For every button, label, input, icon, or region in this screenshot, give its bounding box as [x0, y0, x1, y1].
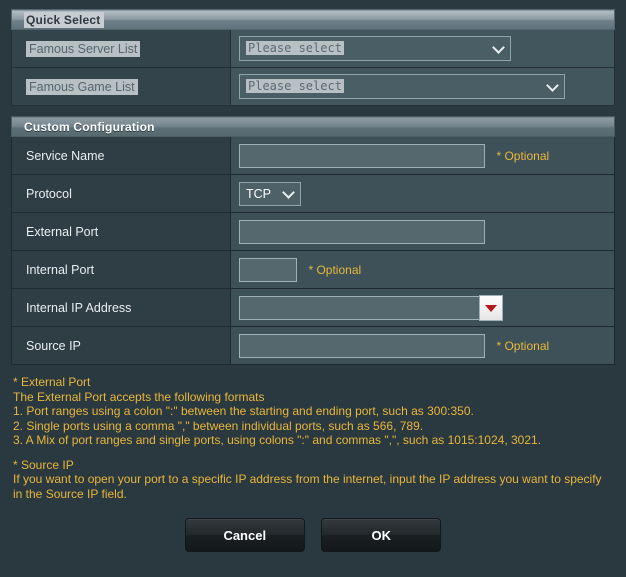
table-row: Protocol TCP [11, 174, 615, 213]
help-gap [13, 448, 613, 458]
help-source-ip-line-2: in the Source IP field. [13, 486, 127, 501]
famous-game-list-selected-value: Please select [246, 79, 344, 93]
custom-configuration-title: Custom Configuration [24, 119, 155, 134]
custom-configuration-section: Custom Configuration Service Name * Opti… [11, 116, 615, 365]
internal-port-optional-note: * Optional [308, 262, 362, 277]
help-source-ip-line-1: If you want to open your port to a speci… [13, 472, 602, 486]
external-port-value-cell [230, 212, 615, 251]
source-ip-optional-note: * Optional [496, 338, 550, 353]
famous-game-list-label-cell: Famous Game List [11, 67, 231, 106]
custom-configuration-header: Custom Configuration [11, 116, 615, 137]
service-name-label: Service Name [11, 136, 231, 175]
external-port-label: External Port [11, 212, 231, 251]
internal-ip-address-value-cell [230, 288, 615, 327]
cancel-button[interactable]: Cancel [184, 518, 305, 552]
triangle-down-icon [485, 304, 497, 312]
famous-game-list-label: Famous Game List [26, 78, 138, 95]
quick-select-header: Quick Select [11, 9, 615, 30]
internal-port-input[interactable] [239, 257, 297, 282]
help-source-ip-title: * Source IP [13, 457, 74, 472]
external-port-input[interactable] [239, 219, 485, 244]
help-external-port-rule-1: 1. Port ranges using a colon ":" between… [13, 404, 474, 418]
protocol-value-cell: TCP [230, 174, 615, 213]
quick-select-title: Quick Select [24, 11, 105, 28]
famous-server-list-select[interactable]: Please select [239, 36, 511, 61]
internal-ip-address-input[interactable] [239, 295, 502, 320]
chevron-down-icon [492, 40, 505, 54]
protocol-selected-value: TCP [246, 186, 271, 201]
custom-configuration-header-row: Custom Configuration [11, 116, 615, 137]
help-external-port-intro: The External Port accepts the following … [13, 389, 265, 404]
table-row: Internal IP Address [11, 288, 615, 327]
port-forwarding-dialog: Quick Select Famous Server List Please s… [0, 0, 626, 577]
famous-server-list-selected-value: Please select [246, 41, 344, 55]
source-ip-value-cell: * Optional [230, 326, 615, 365]
internal-ip-address-label: Internal IP Address [11, 288, 231, 327]
protocol-select[interactable]: TCP [239, 181, 301, 206]
internal-port-label: Internal Port [11, 250, 231, 289]
quick-select-header-row: Quick Select [11, 9, 615, 30]
ok-button[interactable]: OK [321, 518, 442, 552]
service-name-value-cell: * Optional [230, 136, 615, 175]
protocol-label: Protocol [11, 174, 231, 213]
source-ip-label: Source IP [11, 326, 231, 365]
table-row: External Port [11, 212, 615, 251]
chevron-down-icon [546, 78, 559, 92]
help-external-port-rule-2: 2. Single ports using a comma "," betwee… [13, 418, 424, 433]
table-row: Internal Port * Optional [11, 250, 615, 289]
quick-select-section: Quick Select Famous Server List Please s… [11, 9, 615, 106]
famous-server-list-label: Famous Server List [26, 40, 141, 57]
help-external-port-title: * External Port [13, 375, 91, 389]
dialog-button-bar: Cancel OK [11, 501, 615, 552]
service-name-input[interactable] [239, 143, 485, 168]
internal-ip-address-field-group [239, 294, 503, 321]
table-row: Famous Game List Please select [11, 67, 615, 106]
table-row: Source IP * Optional [11, 326, 615, 365]
famous-game-list-value-cell: Please select [230, 67, 615, 106]
help-text: * External Port The External Port accept… [11, 365, 615, 501]
table-row: Famous Server List Please select [11, 29, 615, 68]
internal-port-value-cell: * Optional [230, 250, 615, 289]
famous-server-list-label-cell: Famous Server List [11, 29, 231, 68]
service-name-optional-note: * Optional [496, 148, 550, 163]
table-row: Service Name * Optional [11, 136, 615, 175]
help-external-port-rule-3: 3. A Mix of port ranges and single ports… [13, 433, 542, 447]
famous-server-list-value-cell: Please select [230, 29, 615, 68]
internal-ip-address-dropdown-button[interactable] [479, 294, 503, 321]
famous-game-list-select[interactable]: Please select [239, 74, 565, 99]
source-ip-input[interactable] [239, 333, 485, 358]
chevron-down-icon [282, 185, 295, 199]
